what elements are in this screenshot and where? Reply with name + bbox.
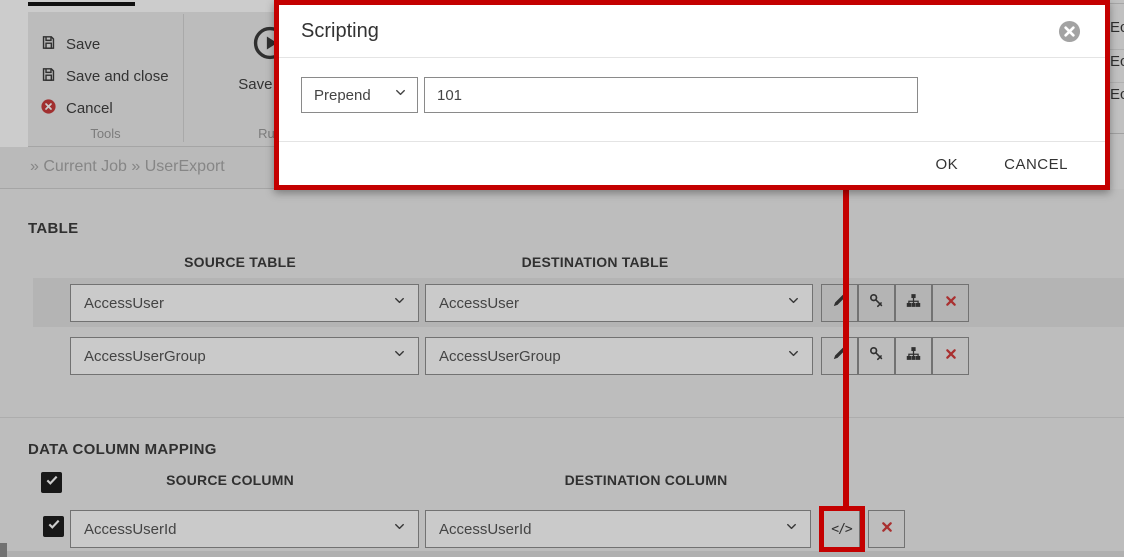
scripting-modal: Scripting Prepend OK CANCEL (274, 0, 1110, 190)
script-type-select[interactable]: Prepend (301, 77, 418, 113)
app-window: Save Save and close Cancel Tools Save an… (0, 0, 1124, 557)
annotation-highlight-box (819, 506, 865, 552)
annotation-connector-line (843, 186, 849, 510)
ok-button[interactable]: OK (935, 156, 958, 173)
modal-header: Scripting (279, 5, 1105, 58)
script-type-value: Prepend (302, 87, 371, 104)
cancel-button[interactable]: CANCEL (1004, 156, 1068, 173)
script-value-input[interactable] (424, 77, 918, 113)
modal-title: Scripting (301, 5, 379, 57)
chevron-down-icon (393, 85, 408, 105)
close-icon[interactable] (1058, 20, 1081, 43)
modal-footer: OK CANCEL (279, 141, 1105, 186)
